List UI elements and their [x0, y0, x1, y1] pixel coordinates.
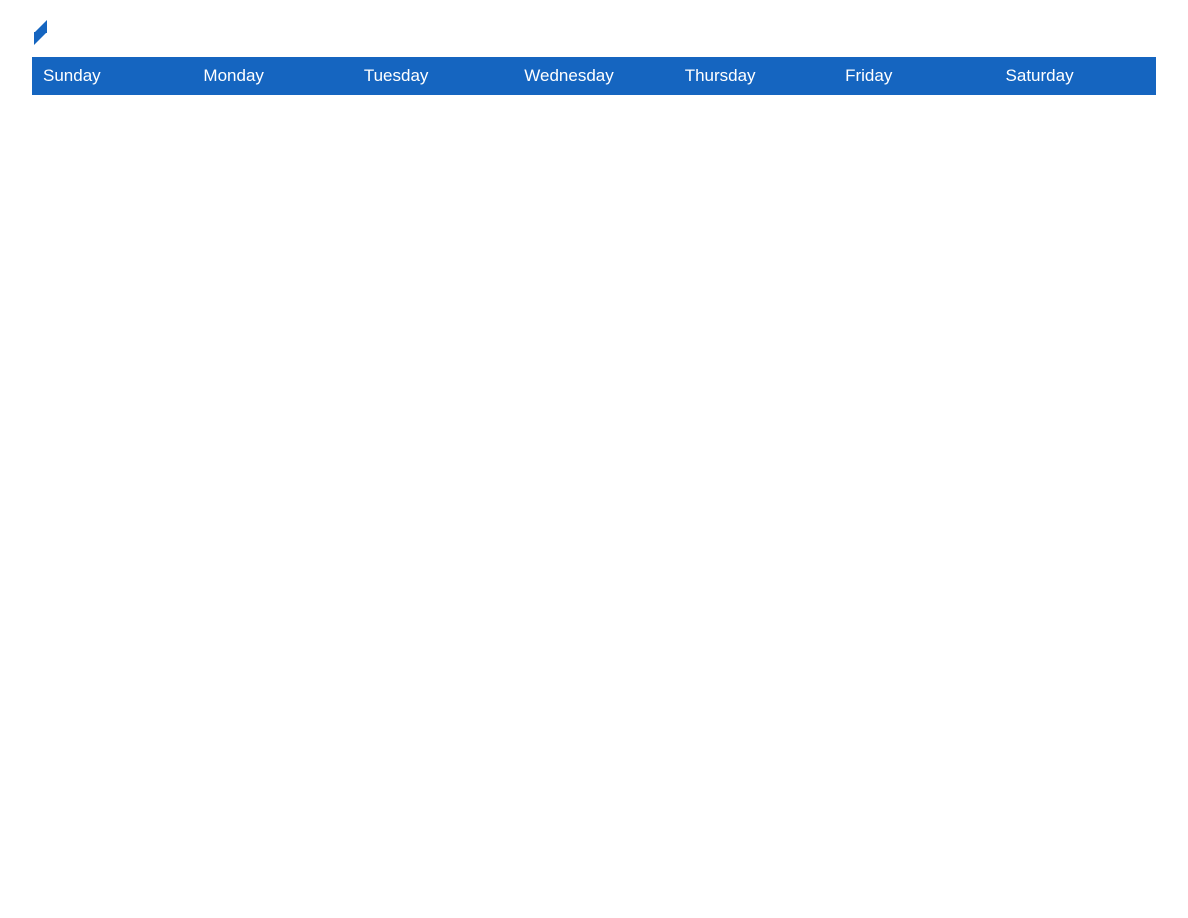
col-friday: Friday: [835, 58, 995, 95]
calendar-header-row: Sunday Monday Tuesday Wednesday Thursday…: [33, 58, 1156, 95]
calendar-table: Sunday Monday Tuesday Wednesday Thursday…: [32, 57, 1156, 95]
col-sunday: Sunday: [33, 58, 193, 95]
logo-flag-icon: [34, 20, 47, 45]
col-saturday: Saturday: [995, 58, 1155, 95]
col-wednesday: Wednesday: [514, 58, 674, 95]
page-header: [32, 24, 1156, 39]
col-tuesday: Tuesday: [353, 58, 513, 95]
col-monday: Monday: [193, 58, 353, 95]
logo: [32, 24, 47, 39]
col-thursday: Thursday: [674, 58, 834, 95]
